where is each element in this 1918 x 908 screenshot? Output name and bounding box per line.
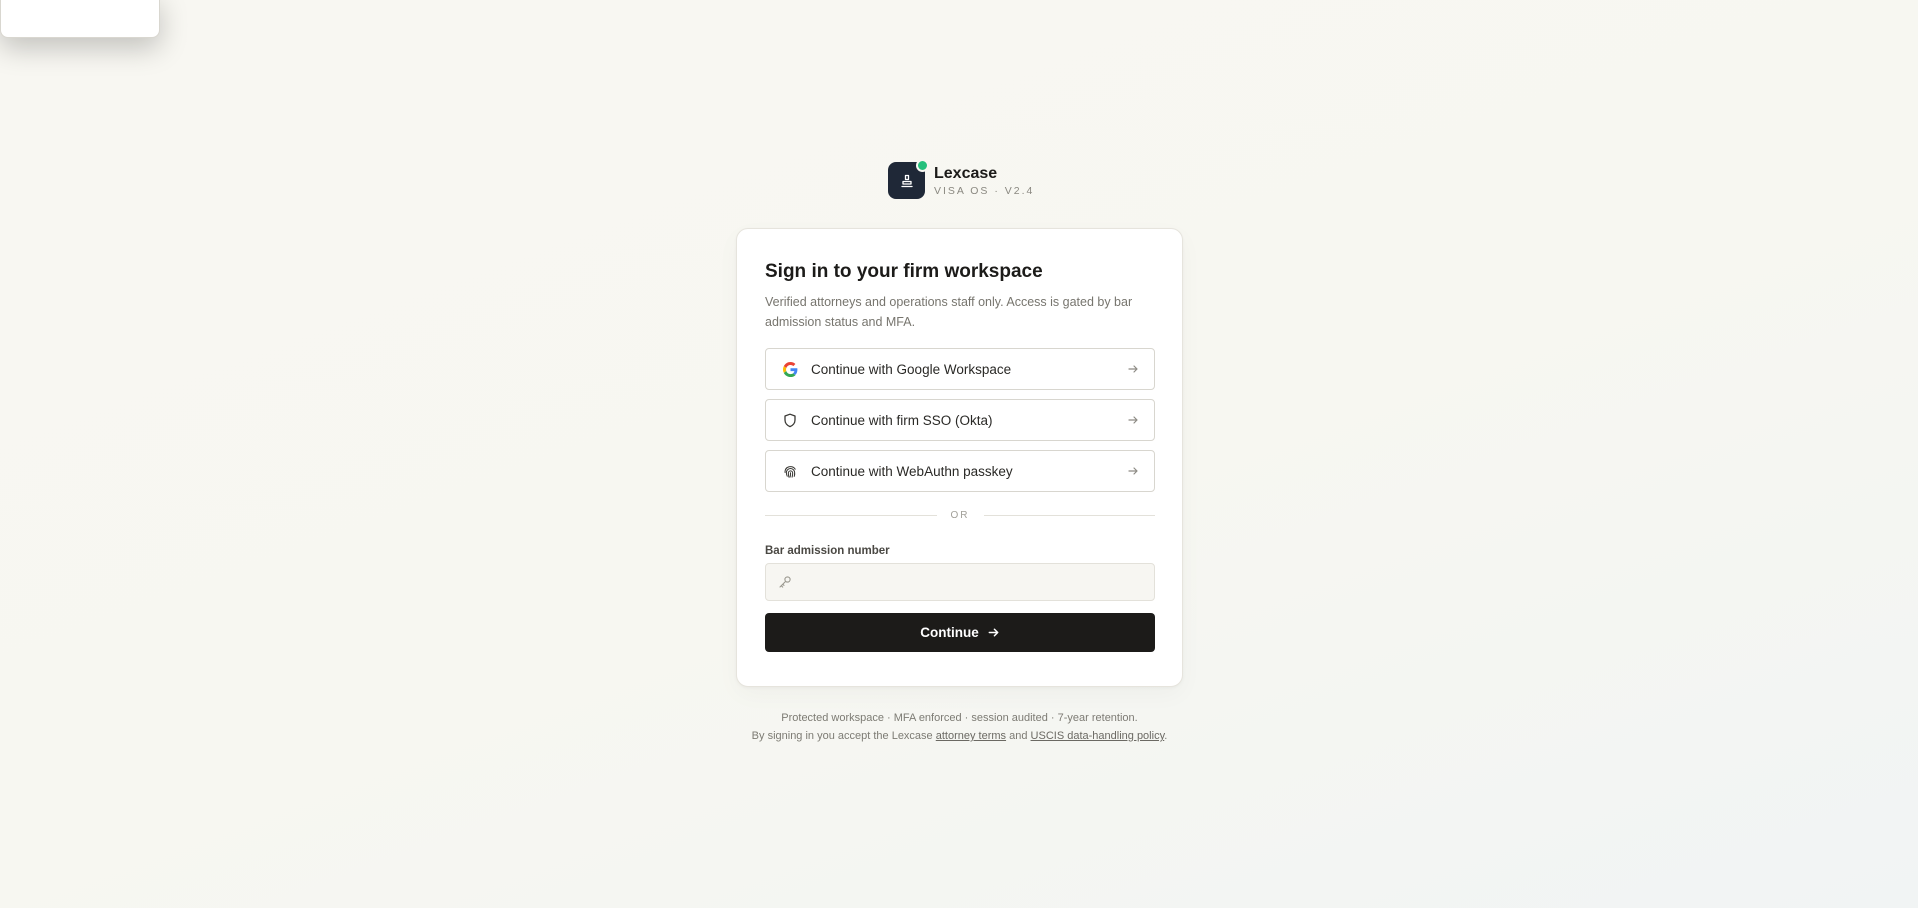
arrow-right-icon: [1128, 365, 1138, 373]
logo: [888, 159, 929, 199]
google-workspace-label: Continue with Google Workspace: [811, 361, 1012, 377]
terms-prefix: By signing in you accept the Lexcase: [751, 730, 933, 742]
key-icon: [779, 576, 791, 588]
bar-admission-input[interactable]: [802, 564, 1154, 600]
terms-suffix: .: [1164, 730, 1168, 742]
fingerprint-icon: [782, 463, 798, 479]
arrow-right-icon: [988, 628, 999, 637]
card-description: Verified attorneys and operations staff …: [765, 295, 1133, 329]
terms-and: and: [1009, 730, 1028, 742]
attorney-terms-link[interactable]: attorney terms: [936, 730, 1006, 742]
webauthn-passkey-label: Continue with WebAuthn passkey: [811, 463, 1013, 479]
shield-icon: [782, 412, 798, 428]
firm-sso-button[interactable]: Continue with firm SSO (Okta): [765, 399, 1155, 441]
terms-notice: By signing in you accept the Lexcase att…: [600, 727, 1319, 745]
arrow-right-icon: [1128, 416, 1138, 424]
google-icon: [782, 361, 798, 377]
continue-label: Continue: [920, 625, 979, 640]
auth-options: Continue with Google Workspace Continue …: [765, 348, 1155, 492]
arrow-right-icon: [1128, 467, 1138, 475]
brand-name: Lexcase: [934, 164, 998, 182]
bar-admission-field[interactable]: [765, 563, 1155, 601]
google-workspace-button[interactable]: Continue with Google Workspace: [765, 348, 1155, 390]
continue-button[interactable]: Continue: [765, 613, 1155, 652]
uscis-policy-link[interactable]: USCIS data-handling policy: [1031, 730, 1165, 742]
page-title: Sign in to your firm workspace: [765, 261, 1043, 282]
divider-line: [983, 515, 1155, 516]
brand-header: Lexcase VISA OS · V2.4: [888, 159, 1035, 199]
online-status-dot: [916, 159, 929, 172]
bar-admission-label: Bar admission number: [765, 545, 890, 557]
sign-in-card: Sign in to your firm workspace Verified …: [736, 228, 1183, 687]
stamp-icon: [900, 174, 913, 187]
footer: Protected workspace · MFA enforced · ses…: [600, 709, 1319, 745]
brand-version: VISA OS · V2.4: [934, 184, 1035, 197]
firm-sso-label: Continue with firm SSO (Okta): [811, 412, 993, 428]
divider-line: [765, 515, 937, 516]
divider-text: OR: [950, 510, 970, 521]
webauthn-passkey-button[interactable]: Continue with WebAuthn passkey: [765, 450, 1155, 492]
or-divider: OR: [765, 510, 1155, 521]
security-notice: Protected workspace · MFA enforced · ses…: [781, 712, 1138, 724]
corner-popover: [0, 0, 160, 38]
